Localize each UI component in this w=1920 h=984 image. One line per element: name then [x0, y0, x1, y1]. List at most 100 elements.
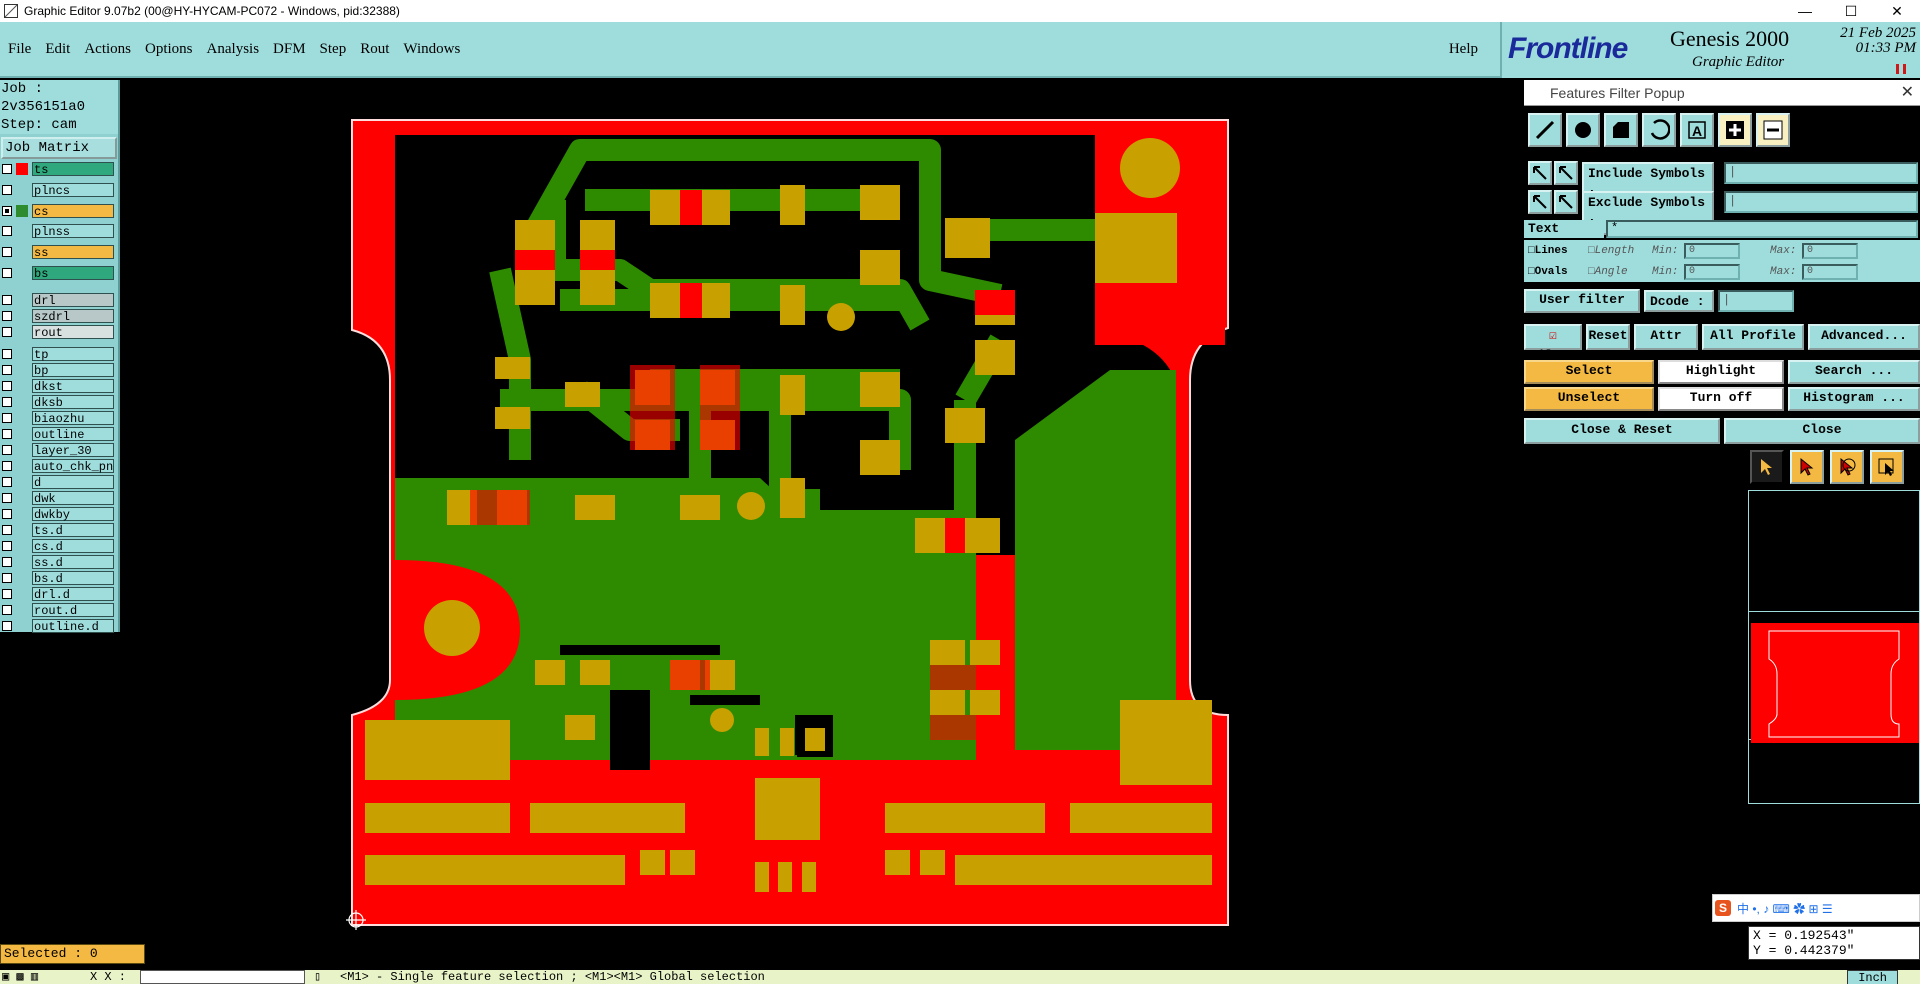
advanced-button[interactable]: Advanced... — [1808, 324, 1920, 350]
status-input[interactable] — [140, 970, 305, 984]
popup-close-icon[interactable]: ✕ — [1901, 80, 1914, 106]
layer-checkbox[interactable] — [2, 476, 12, 487]
layer-row-dwkby[interactable]: dwkby — [2, 506, 114, 522]
status-tool-icons[interactable]: ▣ ▩ ▥ — [2, 970, 38, 984]
highlight-button[interactable]: Highlight — [1658, 360, 1784, 384]
layer-checkbox[interactable] — [2, 412, 12, 423]
snap-cursor-icon[interactable] — [1870, 450, 1904, 484]
layer-checkbox[interactable] — [2, 588, 12, 599]
layer-checkbox[interactable] — [2, 556, 12, 567]
layer-checkbox[interactable] — [2, 226, 12, 237]
layer-row-cs[interactable]: cs — [2, 203, 114, 219]
layer-row-ss[interactable]: ss — [2, 245, 114, 260]
close-reset-button[interactable]: Close & Reset — [1524, 418, 1720, 444]
layer-checkbox[interactable] — [2, 326, 12, 337]
layer-row-drl[interactable]: drl — [2, 292, 114, 308]
surface-filter-icon[interactable] — [1604, 113, 1638, 147]
unselect-button[interactable]: Unselect — [1524, 387, 1654, 411]
layer-checkbox[interactable] — [2, 184, 12, 195]
maximize-button[interactable]: ☐ — [1828, 0, 1874, 22]
layer-checkbox[interactable] — [2, 205, 12, 216]
layer-checkbox[interactable] — [2, 524, 12, 535]
layer-checkbox[interactable] — [2, 572, 12, 583]
menu-dfm[interactable]: DFM — [273, 41, 306, 58]
layer-checkbox[interactable] — [2, 492, 12, 503]
include-symbols-input[interactable]: | — [1724, 162, 1918, 184]
layer-row-drl-d[interactable]: drl.d — [2, 586, 114, 602]
layer-row-outline-d[interactable]: outline.d — [2, 618, 114, 634]
layer-row-dksb[interactable]: dksb — [2, 394, 114, 410]
pick-include-icon[interactable] — [1528, 161, 1552, 185]
reset-button[interactable]: Reset — [1586, 324, 1630, 350]
layer-row-szdrl[interactable]: szdrl — [2, 308, 114, 324]
layer-row-auto-chk-pn[interactable]: auto_chk_pn — [2, 458, 114, 474]
select-arrow-3-icon[interactable] — [1830, 450, 1864, 484]
pad-filter-icon[interactable] — [1566, 113, 1600, 147]
filter-toggle[interactable]: ☑ Filter — [1524, 324, 1582, 363]
close-button[interactable]: Close — [1724, 418, 1920, 444]
histogram-button[interactable]: Histogram ... — [1788, 387, 1920, 411]
layer-row-bs-d[interactable]: bs.d — [2, 570, 114, 586]
exclude-symbols-input[interactable]: | — [1724, 191, 1918, 213]
lines-checkbox[interactable]: □Lines — [1528, 243, 1568, 259]
negative-polarity-icon[interactable] — [1756, 113, 1790, 147]
menu-windows[interactable]: Windows — [403, 41, 460, 58]
select-button[interactable]: Select — [1524, 360, 1654, 384]
units-toggle[interactable]: Inch — [1847, 970, 1898, 984]
angle-min-input[interactable]: 0 — [1684, 264, 1740, 280]
profile-dropdown[interactable]: All Profile ▭ — [1702, 324, 1804, 363]
layer-row-outline[interactable]: outline — [2, 426, 114, 442]
layer-checkbox[interactable] — [2, 604, 12, 615]
layer-row-ts[interactable]: ts — [2, 162, 114, 177]
layer-checkbox[interactable] — [2, 364, 12, 375]
arc-filter-icon[interactable] — [1642, 113, 1676, 147]
layer-row-cs-d[interactable]: cs.d — [2, 538, 114, 554]
layer-checkbox[interactable] — [2, 294, 12, 305]
pick-exclude-icon-2[interactable] — [1554, 190, 1578, 214]
layer-row-bs[interactable]: bs — [2, 266, 114, 281]
layer-row-rout[interactable]: rout — [2, 324, 114, 340]
layer-row-tp[interactable]: tp — [2, 346, 114, 362]
angle-max-input[interactable]: 0 — [1802, 264, 1858, 280]
layer-checkbox[interactable] — [2, 460, 12, 471]
menu-file[interactable]: File — [8, 41, 31, 58]
menu-help[interactable]: Help — [1449, 41, 1478, 58]
search-button[interactable]: Search ... — [1788, 360, 1920, 384]
pick-exclude-icon[interactable] — [1528, 190, 1552, 214]
layer-row-ss-d[interactable]: ss.d — [2, 554, 114, 570]
layer-row-layer-30[interactable]: layer_30 — [2, 442, 114, 458]
layer-checkbox[interactable] — [2, 164, 12, 174]
select-arrow-2-icon[interactable] — [1790, 450, 1824, 484]
positive-polarity-icon[interactable] — [1718, 113, 1752, 147]
job-matrix-button[interactable]: Job Matrix ... — [1, 137, 117, 174]
text-filter-icon[interactable]: A — [1680, 113, 1714, 147]
attr-button[interactable]: Attr ... — [1634, 324, 1698, 363]
ovals-checkbox[interactable]: □Ovals — [1528, 264, 1568, 280]
layer-checkbox[interactable] — [2, 444, 12, 455]
angle-checkbox[interactable]: □Angle — [1588, 264, 1628, 280]
user-filter-button[interactable]: User filter ... — [1524, 289, 1640, 325]
length-min-input[interactable]: 0 — [1684, 243, 1740, 259]
layer-row-biaozhu[interactable]: biaozhu — [2, 410, 114, 426]
line-filter-icon[interactable] — [1528, 113, 1562, 147]
layer-checkbox[interactable] — [2, 540, 12, 551]
length-max-input[interactable]: 0 — [1802, 243, 1858, 259]
select-arrow-icon[interactable] — [1750, 450, 1784, 484]
layer-row-rout-d[interactable]: rout.d — [2, 602, 114, 618]
layer-row-plnss[interactable]: plnss — [2, 224, 114, 239]
layer-checkbox[interactable] — [2, 310, 12, 321]
menu-rout[interactable]: Rout — [360, 41, 389, 58]
layer-row-bp[interactable]: bp — [2, 362, 114, 378]
layer-row-dwk[interactable]: dwk — [2, 490, 114, 506]
layer-checkbox[interactable] — [2, 508, 12, 519]
layer-row-d[interactable]: d — [2, 474, 114, 490]
layer-checkbox[interactable] — [2, 428, 12, 439]
length-checkbox[interactable]: □Length — [1588, 243, 1634, 259]
menu-options[interactable]: Options — [145, 41, 193, 58]
layer-checkbox[interactable] — [2, 348, 12, 359]
text-filter-input[interactable]: * — [1606, 220, 1918, 238]
menu-analysis[interactable]: Analysis — [207, 41, 260, 58]
overview-navigator[interactable] — [1748, 490, 1920, 804]
close-window-button[interactable]: ✕ — [1874, 0, 1920, 22]
layer-checkbox[interactable] — [2, 247, 12, 258]
